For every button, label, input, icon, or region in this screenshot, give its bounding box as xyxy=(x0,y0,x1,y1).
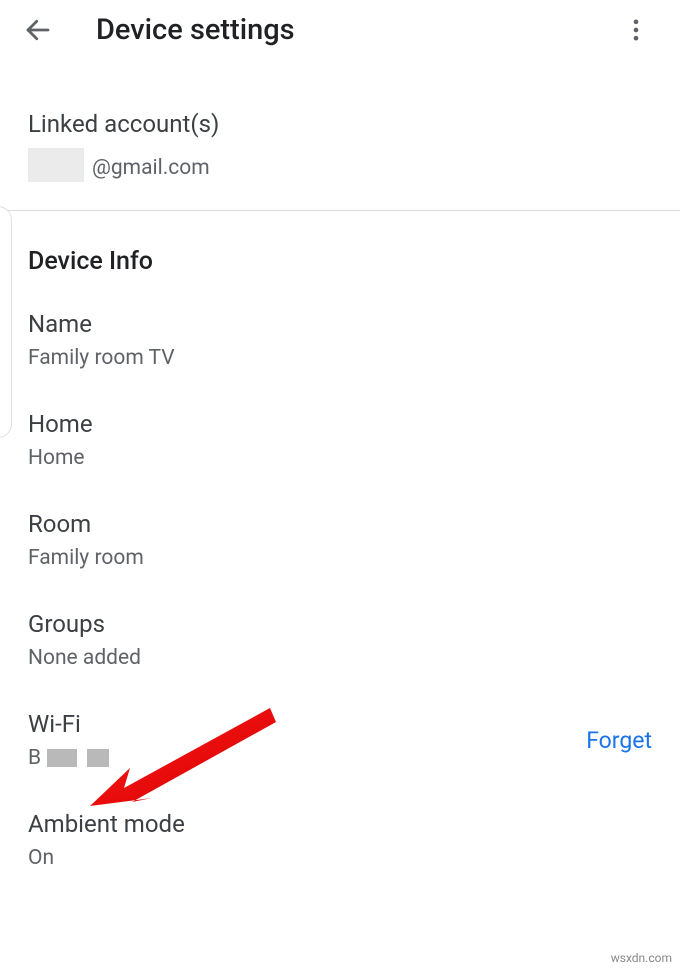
name-label: Name xyxy=(28,310,175,338)
home-label: Home xyxy=(28,410,93,438)
email-domain: @gmail.com xyxy=(92,156,210,182)
side-handle xyxy=(0,206,12,438)
redacted-ssid-part1 xyxy=(47,749,77,767)
home-row[interactable]: Home Home xyxy=(0,390,680,490)
page-title: Device settings xyxy=(96,13,295,47)
wifi-forget-button[interactable]: Forget xyxy=(586,727,652,754)
device-info-heading: Device Info xyxy=(0,211,680,290)
groups-value: None added xyxy=(28,646,141,670)
groups-label: Groups xyxy=(28,610,141,638)
redacted-ssid-part2 xyxy=(87,749,109,767)
linked-email-row: @gmail.com xyxy=(28,148,652,182)
wifi-value: B xyxy=(28,746,109,770)
room-row[interactable]: Room Family room xyxy=(0,490,680,590)
more-options-button[interactable] xyxy=(608,2,664,58)
ambient-label: Ambient mode xyxy=(28,810,185,838)
home-value: Home xyxy=(28,446,93,470)
room-label: Room xyxy=(28,510,144,538)
ambient-value: On xyxy=(28,846,185,870)
linked-accounts-label: Linked account(s) xyxy=(28,110,652,138)
wifi-label: Wi-Fi xyxy=(28,710,109,738)
settings-content: Linked account(s) @gmail.com Device Info… xyxy=(0,60,680,890)
back-button[interactable] xyxy=(10,2,66,58)
room-value: Family room xyxy=(28,546,144,570)
ambient-mode-row[interactable]: Ambient mode On xyxy=(0,790,680,890)
groups-row[interactable]: Groups None added xyxy=(0,590,680,690)
arrow-back-icon xyxy=(23,15,53,45)
app-header: Device settings xyxy=(0,0,680,60)
name-value: Family room TV xyxy=(28,346,175,370)
name-row[interactable]: Name Family room TV xyxy=(0,290,680,390)
more-vert-icon xyxy=(622,16,650,44)
linked-accounts-section[interactable]: Linked account(s) @gmail.com xyxy=(0,110,680,211)
wifi-ssid-prefix: B xyxy=(28,746,41,770)
redacted-username xyxy=(28,148,84,182)
wifi-row[interactable]: Wi-Fi B Forget xyxy=(0,690,680,790)
watermark: wsxdn.com xyxy=(611,951,672,965)
